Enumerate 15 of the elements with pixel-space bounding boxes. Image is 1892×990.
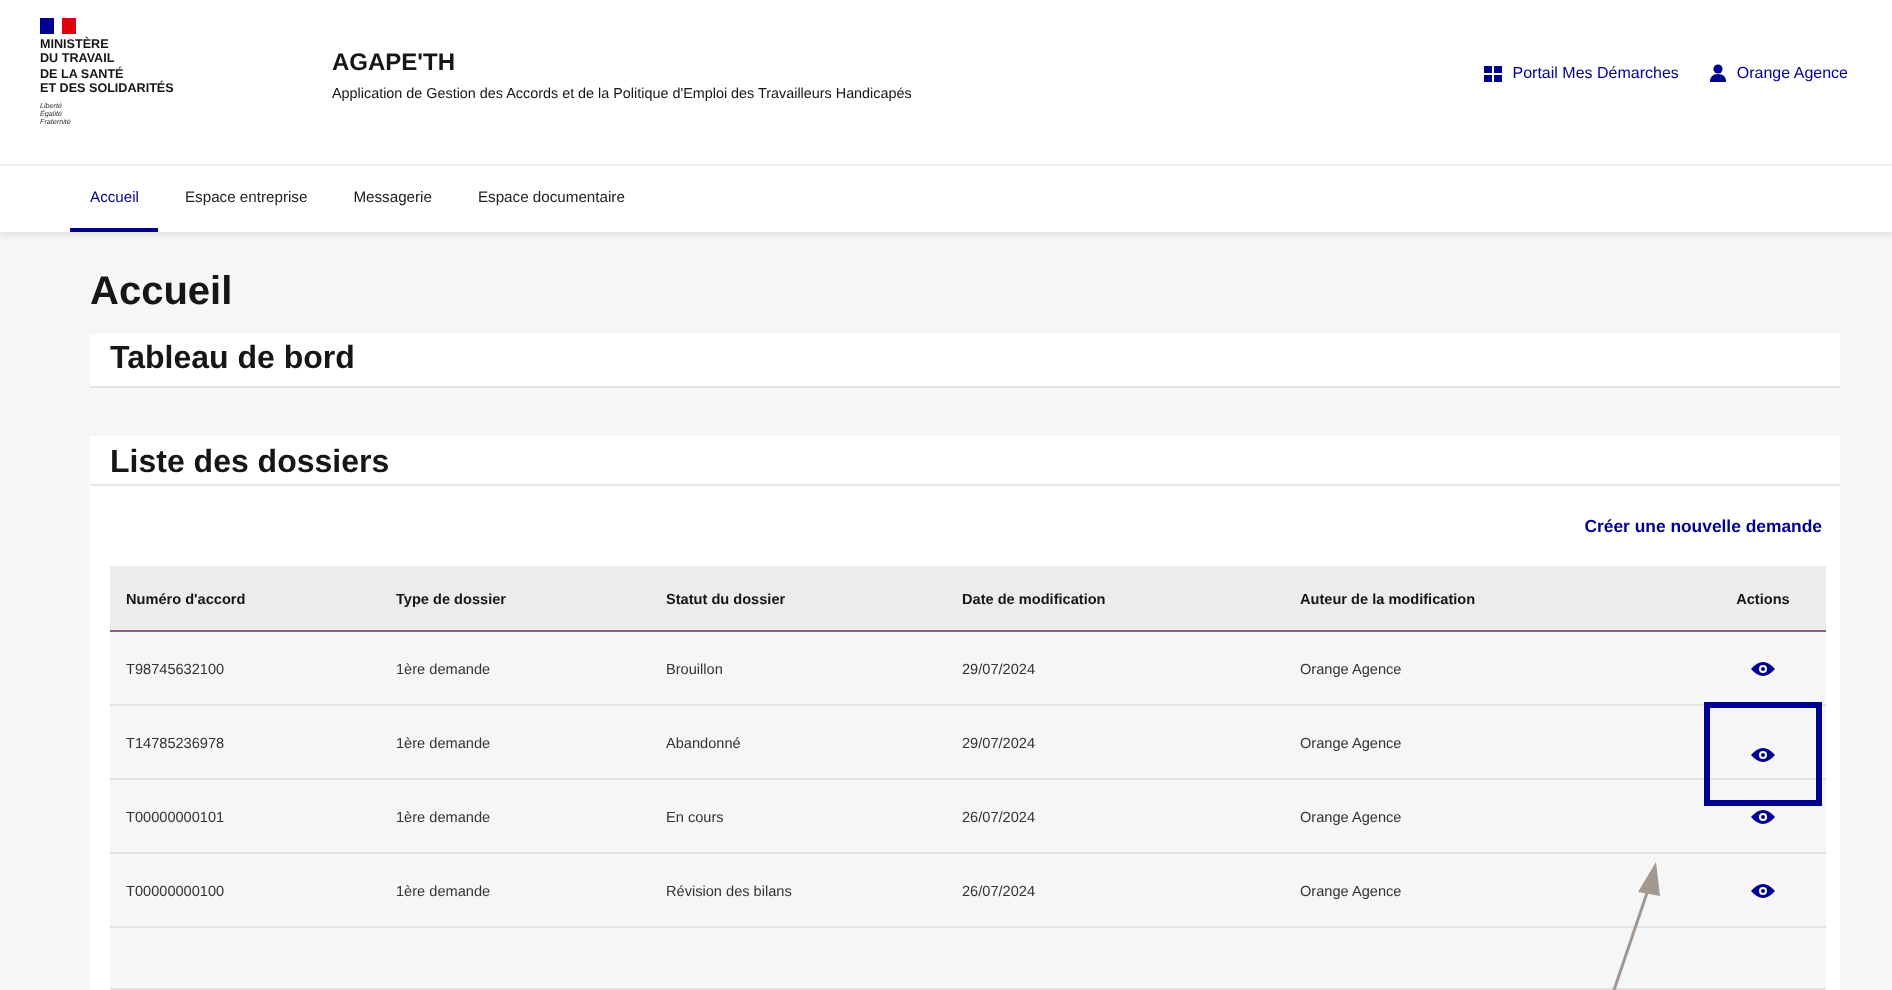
highlighted-view-button[interactable] [1704, 702, 1822, 806]
eye-icon [1750, 881, 1776, 899]
eye-icon [1750, 745, 1776, 763]
dashboard-title: Tableau de bord [110, 342, 355, 378]
create-link[interactable]: Créer une nouvelle demande [1584, 516, 1822, 536]
eye-icon [1750, 807, 1776, 825]
flag-icon [40, 18, 76, 34]
user-icon [1710, 64, 1727, 82]
list-title: Liste des dossiers [90, 436, 1840, 486]
eye-icon [1750, 659, 1776, 677]
portal-link[interactable]: Portail Mes Démarches [1484, 64, 1679, 82]
page-title: Accueil [90, 268, 235, 318]
account-link[interactable]: Orange Agence [1710, 64, 1848, 82]
grid-icon [1484, 65, 1503, 81]
app-name: AGAPE'TH [332, 48, 458, 76]
